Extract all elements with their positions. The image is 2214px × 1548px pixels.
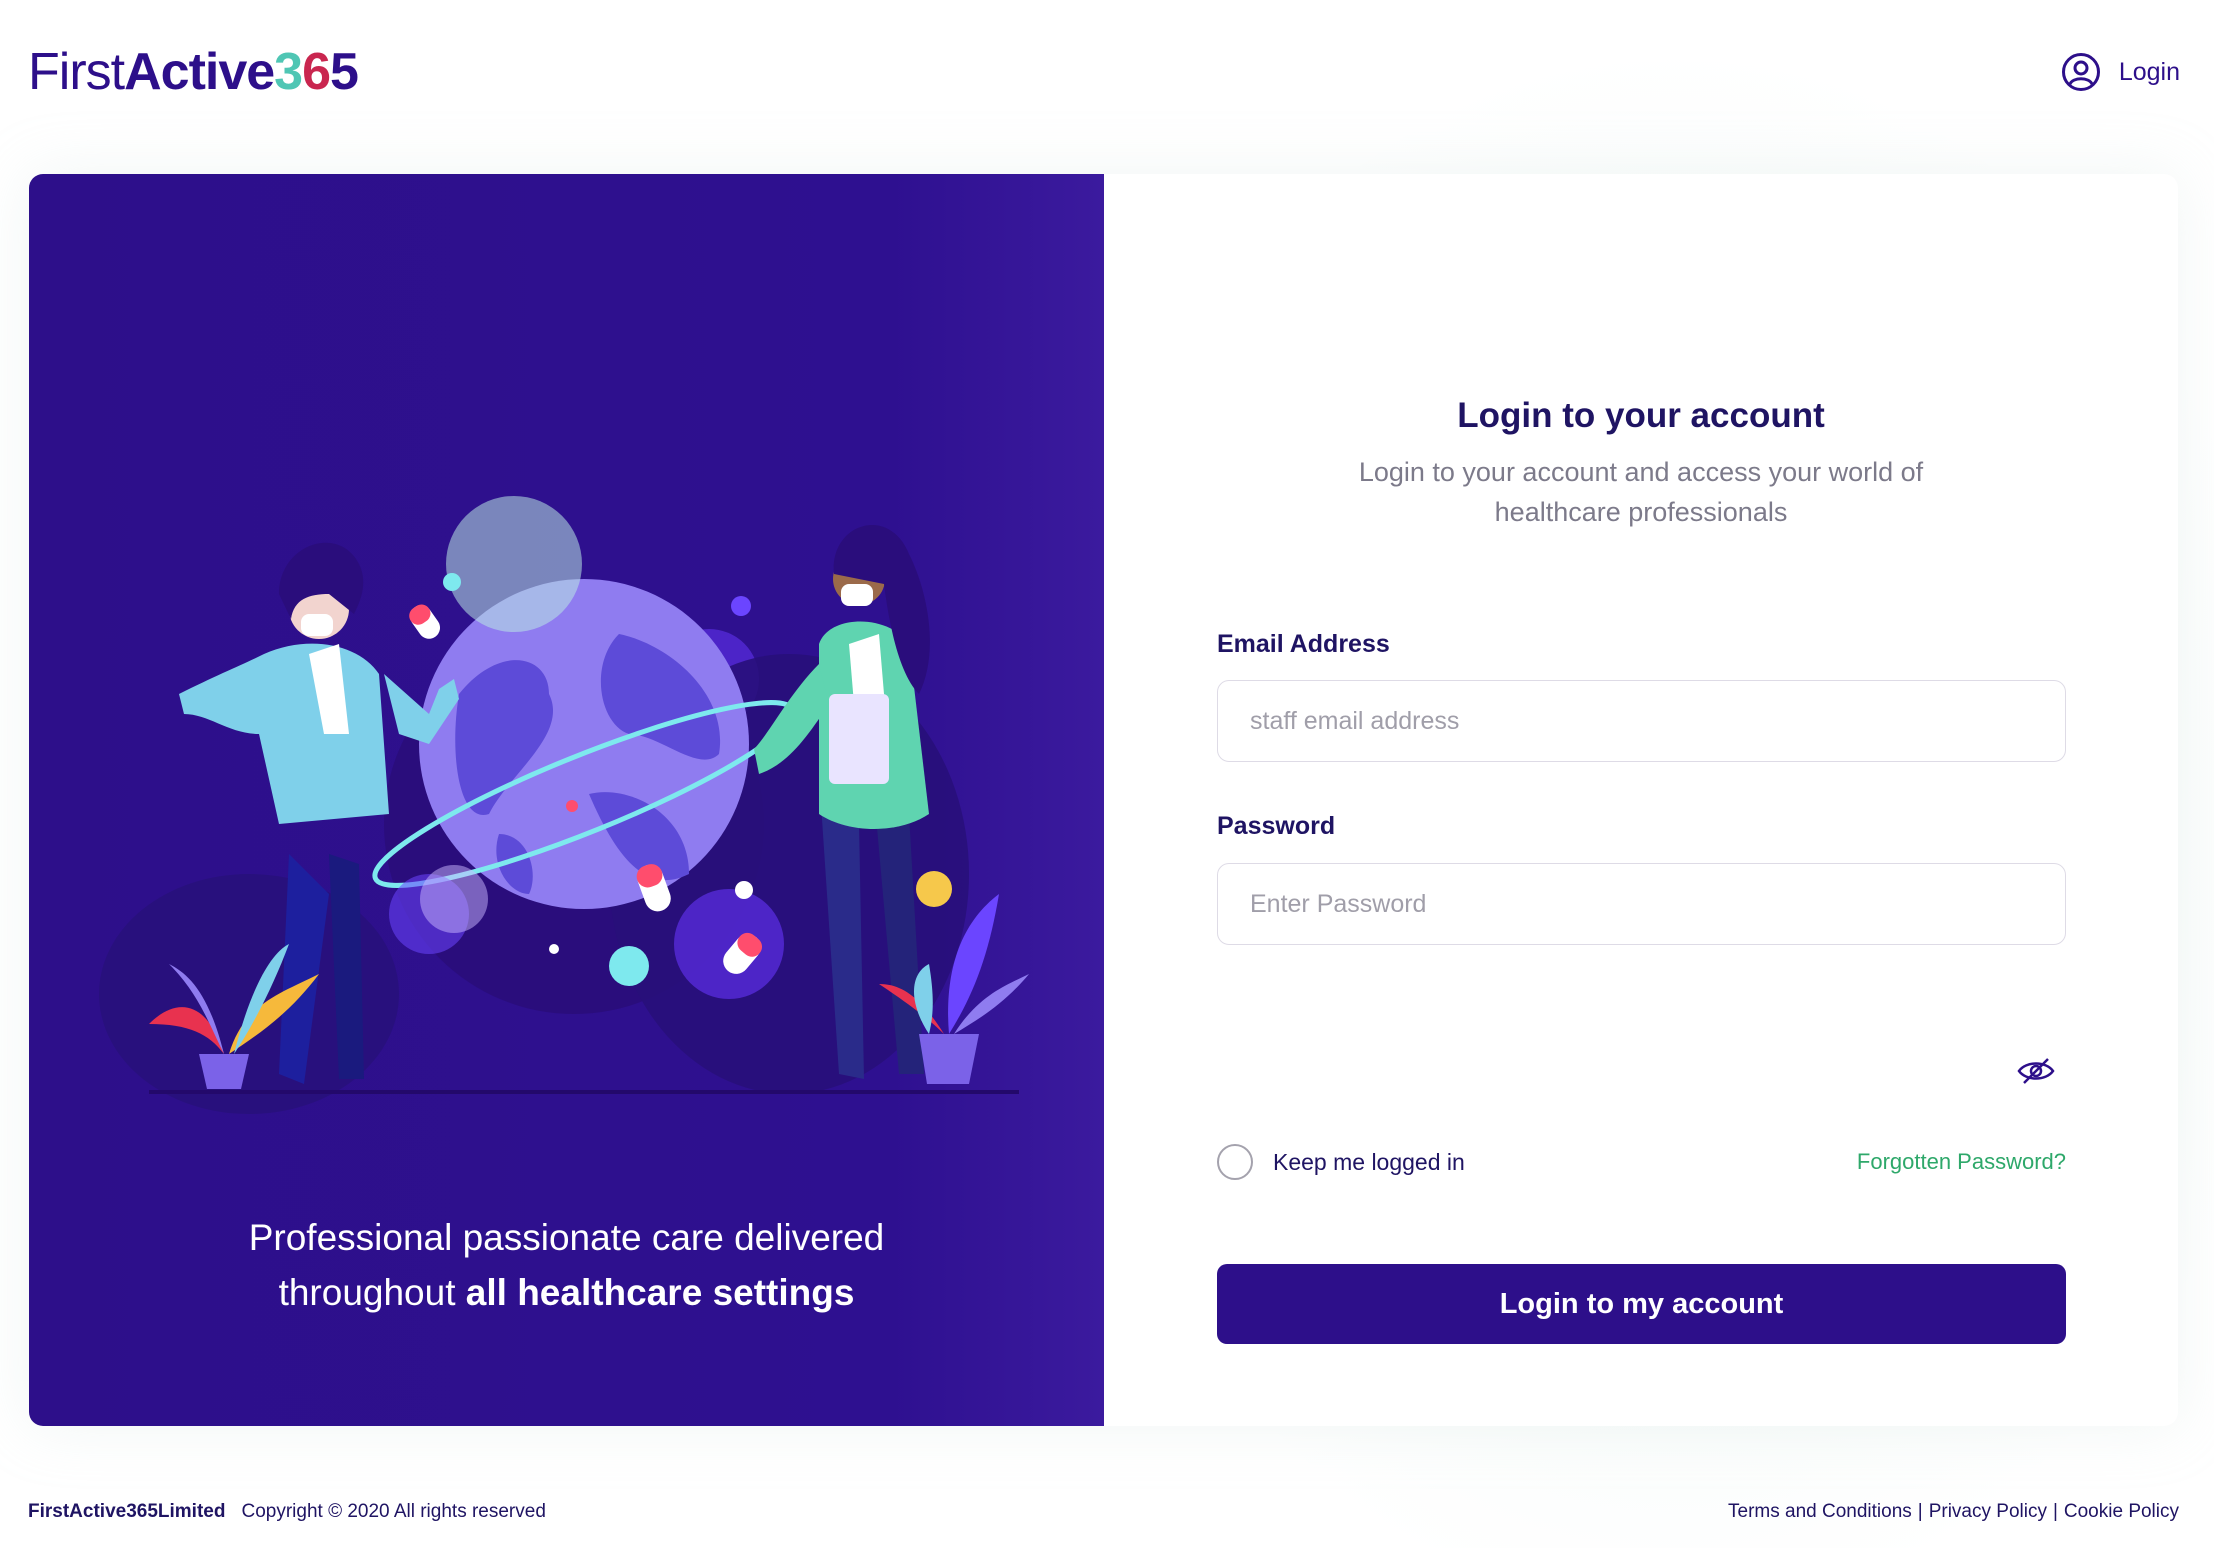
logo-digit-3: 3 — [274, 43, 303, 101]
header-login-label: Login — [2118, 57, 2180, 86]
header-login-link[interactable]: Login — [2061, 50, 2180, 94]
hero-caption: Professional passionate care delivered t… — [109, 1210, 1024, 1320]
logo-digit-5: 5 — [330, 43, 359, 101]
keep-logged-in[interactable]: Keep me logged in — [1217, 1144, 1465, 1180]
user-circle-icon — [2061, 53, 2100, 91]
login-form-panel: Login to your account Login to your acco… — [1104, 174, 2178, 1426]
logo-first: First — [28, 43, 125, 101]
privacy-link[interactable]: Privacy Policy — [1929, 1501, 2047, 1523]
footer-company: FirstActive365Limited — [28, 1501, 226, 1522]
keep-logged-in-label: Keep me logged in — [1273, 1148, 1465, 1175]
footer-separator: | — [1917, 1501, 1923, 1522]
footer-copyright-text: Copyright © 2020 All rights reserved — [241, 1501, 546, 1522]
hero-caption-line2: throughout all healthcare settings — [109, 1265, 1024, 1320]
footer-copyright: FirstActive365Limited Copyright © 2020 A… — [28, 1501, 546, 1523]
hero-caption-prefix: throughout — [278, 1272, 456, 1313]
login-page: First Active 3 6 5 Login Professional pa… — [0, 0, 2214, 1548]
form-title: Login to your account — [1457, 396, 1825, 435]
logo-digit-6: 6 — [302, 43, 331, 101]
login-submit-button[interactable]: Login to my account — [1217, 1264, 2066, 1344]
keep-logged-in-checkbox[interactable] — [1217, 1144, 1253, 1180]
hero-panel: Professional passionate care delivered t… — [29, 174, 1104, 1426]
password-field[interactable] — [1217, 863, 2066, 945]
brand-logo[interactable]: First Active 3 6 5 — [28, 42, 359, 102]
email-field[interactable] — [1217, 680, 2066, 762]
form-subtitle: Login to your account and access your wo… — [1358, 457, 1924, 527]
footer-links: Terms and Conditions | Privacy Policy | … — [1728, 1501, 2179, 1523]
cookie-link[interactable]: Cookie Policy — [2064, 1501, 2179, 1523]
logo-active: Active — [124, 43, 275, 101]
login-card: Professional passionate care delivered t… — [29, 174, 2178, 1426]
hero-caption-strong: all healthcare settings — [465, 1272, 855, 1313]
terms-link[interactable]: Terms and Conditions — [1728, 1501, 1912, 1523]
forgot-password-link[interactable]: Forgotten Password? — [1857, 1149, 2066, 1175]
password-label: Password — [1217, 812, 1336, 840]
hero-caption-line1: Professional passionate care delivered — [248, 1217, 885, 1258]
footer-separator: | — [2052, 1501, 2058, 1522]
email-label: Email Address — [1217, 630, 1390, 658]
eye-slash-icon[interactable] — [2016, 1056, 2056, 1086]
